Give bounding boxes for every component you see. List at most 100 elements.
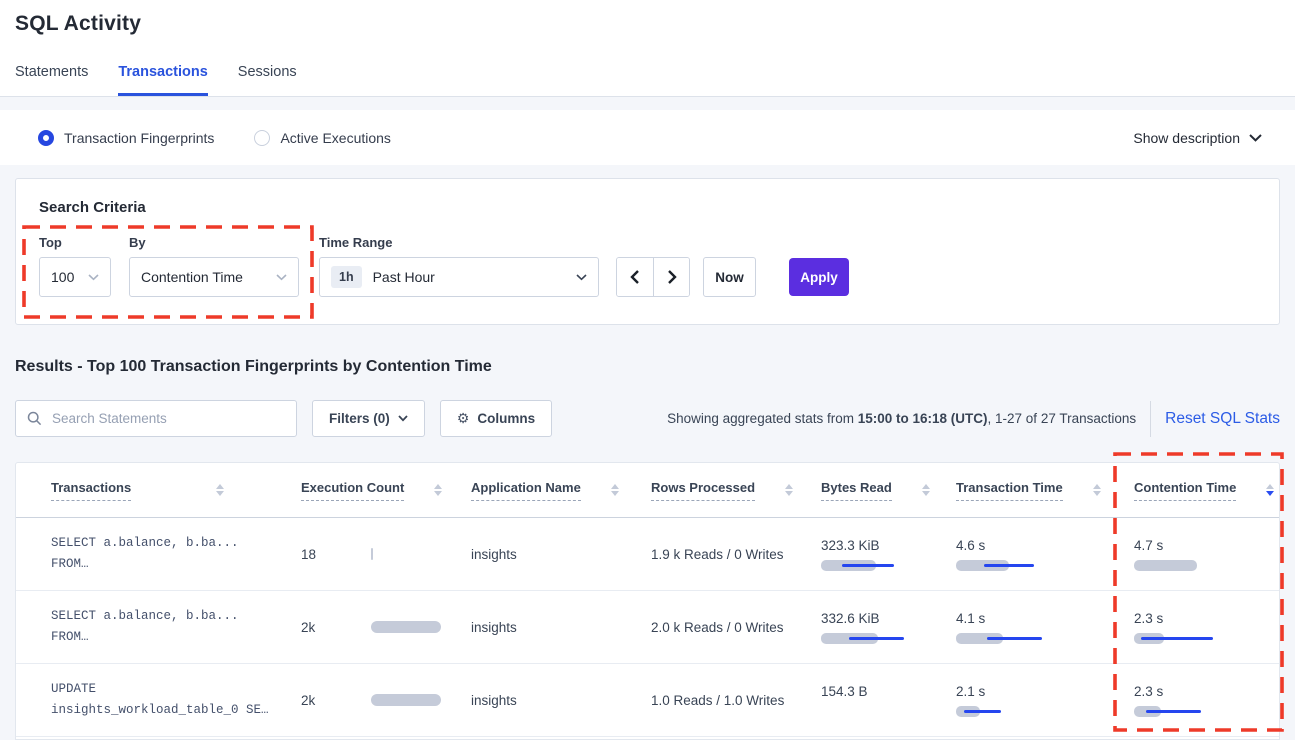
- execution-count-value: 2k: [301, 693, 371, 708]
- execution-count-bar: [371, 694, 441, 706]
- now-button[interactable]: Now: [703, 257, 756, 297]
- transaction-time-cell: 4.1 s: [956, 611, 1134, 644]
- column-header-label: Rows Processed: [651, 480, 755, 501]
- transactions-table: TransactionsExecution CountApplication N…: [15, 462, 1280, 740]
- radio-selected-icon[interactable]: [38, 130, 54, 146]
- execution-count-value: 18: [301, 547, 371, 562]
- page-title: SQL Activity: [15, 12, 141, 36]
- sort-icon[interactable]: [785, 484, 793, 496]
- radio-unselected-icon[interactable]: [254, 130, 270, 146]
- columns-button[interactable]: ⚙ Columns: [440, 400, 552, 437]
- column-header-contention-time[interactable]: Contention Time: [1134, 480, 1279, 501]
- reset-sql-stats-link[interactable]: Reset SQL Stats: [1165, 410, 1280, 428]
- column-header-transactions[interactable]: Transactions: [51, 480, 301, 501]
- column-header-label: Contention Time: [1134, 480, 1236, 501]
- column-header-application-name[interactable]: Application Name: [471, 480, 651, 501]
- radio-active-executions[interactable]: Active Executions: [254, 130, 391, 146]
- time-prev-button[interactable]: [617, 258, 653, 296]
- show-description-label: Show description: [1133, 130, 1240, 146]
- top-bar: SQL Activity Statements Transactions Ses…: [0, 0, 1295, 97]
- radio-transaction-fingerprints[interactable]: Transaction Fingerprints: [38, 130, 214, 146]
- sql-line-2: insights_workload_table_0 SE…: [51, 700, 301, 721]
- execution-count-value: 2k: [301, 620, 371, 635]
- table-body: SELECT a.balance, b.ba...FROM…18insights…: [16, 518, 1279, 737]
- show-description-toggle[interactable]: Show description: [1133, 130, 1262, 146]
- filters-label: Filters (0): [329, 411, 390, 426]
- by-select[interactable]: Contention Time: [129, 257, 299, 297]
- chevron-right-icon: [667, 270, 677, 284]
- column-header-transaction-time[interactable]: Transaction Time: [956, 480, 1134, 501]
- sort-icon[interactable]: [434, 484, 442, 496]
- bytes-read-cell: 154.3 B: [821, 684, 956, 717]
- contention-time-cell: 4.7 s: [1134, 538, 1279, 571]
- column-header-rows-processed[interactable]: Rows Processed: [651, 480, 821, 501]
- bytes-read-cell: 323.3 KiB: [821, 538, 956, 571]
- apply-button[interactable]: Apply: [789, 258, 849, 296]
- bytes-read-value: 323.3 KiB: [821, 538, 956, 553]
- sort-icon[interactable]: [1266, 484, 1274, 496]
- bytes-read-bar: [821, 560, 956, 571]
- chevron-down-icon: [1249, 134, 1262, 142]
- transaction-time-bar: [956, 633, 1134, 644]
- top-select[interactable]: 100: [39, 257, 111, 297]
- contention-time-cell: 2.3 s: [1134, 684, 1279, 717]
- search-statements-input[interactable]: [15, 400, 297, 437]
- gear-icon: ⚙: [457, 411, 470, 427]
- transaction-time-bar: [956, 560, 1134, 571]
- bytes-read-bar: [821, 706, 956, 717]
- sql-line-2: FROM…: [51, 554, 301, 575]
- sort-icon[interactable]: [611, 484, 619, 496]
- results-heading: Results - Top 100 Transaction Fingerprin…: [15, 358, 492, 376]
- stats-time-range: 15:00 to 16:18 (UTC): [858, 411, 988, 426]
- transaction-time-cell: 2.1 s: [956, 684, 1134, 717]
- application-name-value: insights: [471, 547, 651, 562]
- transaction-fingerprint-link[interactable]: UPDATEinsights_workload_table_0 SE…: [51, 679, 301, 721]
- time-range-label: Time Range: [319, 235, 392, 250]
- sql-line-2: FROM…: [51, 627, 301, 648]
- chevron-down-icon: [88, 274, 99, 281]
- column-header-bytes-read[interactable]: Bytes Read: [821, 480, 956, 501]
- execution-count-cell: 2k: [301, 620, 471, 635]
- by-label: By: [129, 235, 146, 250]
- transaction-time-value: 2.1 s: [956, 684, 1134, 699]
- table-row: SELECT a.balance, b.ba...FROM…2k insights…: [16, 591, 1279, 664]
- divider: [1150, 401, 1151, 437]
- results-controls: Filters (0) ⚙ Columns Showing aggregated…: [15, 400, 1280, 437]
- tab-transactions[interactable]: Transactions: [118, 64, 207, 96]
- transaction-fingerprint-link[interactable]: SELECT a.balance, b.ba...FROM…: [51, 606, 301, 648]
- sort-icon[interactable]: [1093, 484, 1101, 496]
- tab-sessions[interactable]: Sessions: [238, 64, 297, 96]
- column-header-label: Application Name: [471, 480, 581, 501]
- search-statements-box: [15, 400, 297, 437]
- contention-time-value: 2.3 s: [1134, 611, 1279, 626]
- sort-icon[interactable]: [922, 484, 930, 496]
- contention-time-value: 4.7 s: [1134, 538, 1279, 553]
- radio-label: Transaction Fingerprints: [64, 130, 214, 146]
- transaction-time-value: 4.1 s: [956, 611, 1134, 626]
- execution-count-bar: [371, 548, 373, 560]
- column-header-execution-count[interactable]: Execution Count: [301, 480, 471, 501]
- chevron-down-icon: [276, 274, 287, 281]
- transaction-time-bar: [956, 706, 1134, 717]
- column-header-label: Transaction Time: [956, 480, 1063, 501]
- time-range-badge: 1h: [331, 266, 362, 288]
- columns-label: Columns: [477, 411, 535, 426]
- filters-button[interactable]: Filters (0): [312, 400, 425, 437]
- tab-statements[interactable]: Statements: [15, 64, 88, 96]
- time-range-select[interactable]: 1h Past Hour: [319, 257, 599, 297]
- sort-icon[interactable]: [216, 484, 224, 496]
- search-icon: [27, 411, 42, 426]
- top-select-value: 100: [51, 269, 74, 285]
- rows-processed-value: 1.0 Reads / 1.0 Writes: [651, 693, 821, 708]
- search-criteria-heading: Search Criteria: [39, 199, 146, 216]
- application-name-value: insights: [471, 620, 651, 635]
- tab-bar: Statements Transactions Sessions: [15, 64, 297, 96]
- sql-line-1: SELECT a.balance, b.ba...: [51, 606, 301, 627]
- view-toggle-row: Transaction Fingerprints Active Executio…: [0, 110, 1295, 165]
- by-select-value: Contention Time: [141, 269, 243, 285]
- transaction-fingerprint-link[interactable]: SELECT a.balance, b.ba...FROM…: [51, 533, 301, 575]
- contention-time-bar: [1134, 560, 1279, 571]
- time-next-button[interactable]: [653, 258, 689, 296]
- chevron-down-icon: [398, 415, 408, 422]
- chevron-left-icon: [630, 270, 640, 284]
